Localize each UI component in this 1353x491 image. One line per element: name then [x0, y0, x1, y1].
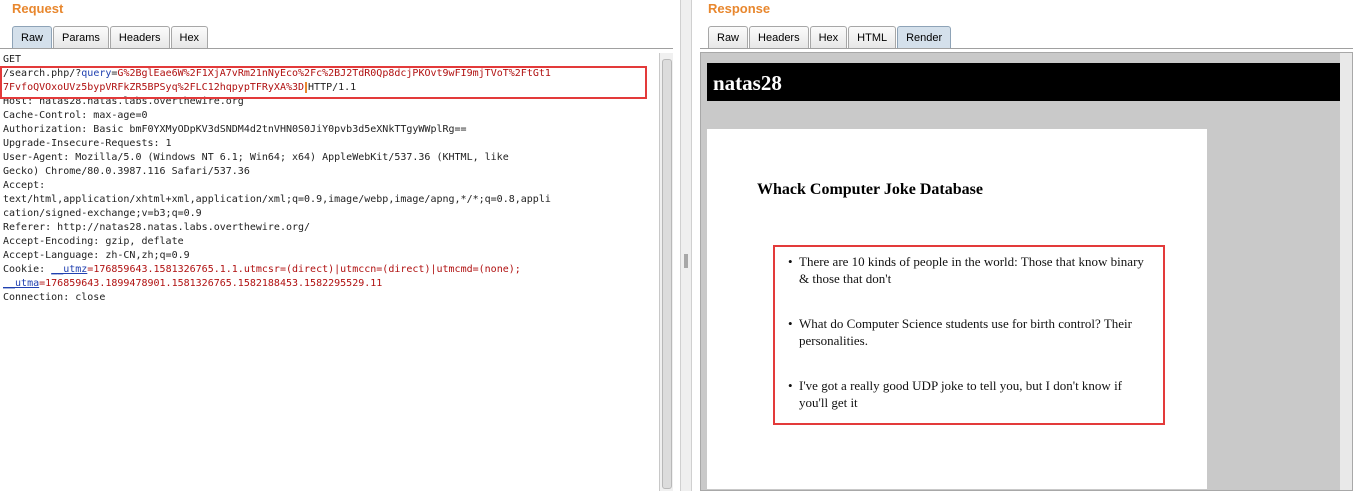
list-item: What do Computer Science students use fo… — [788, 315, 1149, 349]
http-version: HTTP/1.1 — [308, 82, 357, 93]
query-param-value-part2: 7FvfoQVOxoUVz5bypVRFkZR5BPSyq%2FLC12hqpy… — [3, 82, 305, 93]
request-scrollbar[interactable] — [659, 53, 673, 491]
query-param-value-part1: G%2BglEae6W%2F1XjA7vRm21nNyEco%2Fc%2BJ2T… — [117, 68, 551, 79]
request-tabs: Raw Params Headers Hex — [12, 26, 209, 49]
request-line-path: /search.php/?query=G%2BglEae6W%2F1XjA7vR… — [3, 67, 658, 81]
tab-response-hex[interactable]: Hex — [809, 26, 848, 49]
response-pane-title: Response — [708, 1, 771, 16]
header-user-agent-cont: Gecko) Chrome/80.0.3987.116 Safari/537.3… — [3, 166, 250, 177]
request-line-method: GET — [3, 54, 22, 65]
cookie-utmz-key: __utmz — [51, 264, 88, 275]
header-user-agent: User-Agent: Mozilla/5.0 (Windows NT 6.1;… — [3, 152, 509, 163]
list-item: There are 10 kinds of people in the worl… — [788, 253, 1149, 287]
page-heading: Whack Computer Joke Database — [757, 181, 983, 198]
header-cache-control: Cache-Control: max-age=0 — [3, 110, 148, 121]
request-scrollbar-thumb[interactable] — [662, 59, 672, 489]
cookie-label: Cookie: — [3, 264, 52, 275]
header-cookie-cont: __utma=176859643.1899478901.1581326765.1… — [3, 277, 658, 291]
header-accept: Accept: — [3, 180, 46, 191]
joke-list: There are 10 kinds of people in the worl… — [773, 245, 1165, 425]
header-accept-encoding: Accept-Encoding: gzip, deflate — [3, 236, 184, 247]
content-card: Whack Computer Joke Database There are 1… — [707, 129, 1207, 489]
path-prefix: /search.php/? — [3, 68, 82, 79]
rendered-response: natas28 Whack Computer Joke Database The… — [700, 52, 1353, 491]
query-param-key: query — [81, 68, 112, 79]
response-scrollbar[interactable] — [1340, 53, 1352, 490]
cookie-utma-key: __utma — [3, 278, 40, 289]
header-connection: Connection: close — [3, 292, 106, 303]
cookie-utmz-value: =176859643.1581326765.1.1.utmcsr=(direct… — [87, 264, 521, 275]
header-accept-language: Accept-Language: zh-CN,zh;q=0.9 — [3, 250, 190, 261]
pane-splitter[interactable] — [680, 0, 692, 491]
request-editor[interactable]: GET /search.php/?query=G%2BglEae6W%2F1Xj… — [0, 53, 658, 491]
cookie-utma-value: =176859643.1899478901.1581326765.1582188… — [39, 278, 383, 289]
tab-request-headers[interactable]: Headers — [109, 26, 170, 49]
splitter-grip-icon — [684, 254, 688, 268]
response-tab-divider — [700, 48, 1353, 49]
site-title: natas28 — [707, 63, 1341, 101]
header-accept-value-cont: cation/signed-exchange;v=b3;q=0.9 — [3, 208, 202, 219]
tab-response-render[interactable]: Render — [897, 26, 952, 49]
request-pane-title: Request — [12, 1, 64, 16]
response-tabs: Raw Headers Hex HTML Render — [708, 26, 952, 49]
request-line-path-cont: 7FvfoQVOxoUVz5bypVRFkZR5BPSyq%2FLC12hqpy… — [3, 81, 658, 95]
tab-response-html[interactable]: HTML — [848, 26, 897, 49]
header-cookie: Cookie: __utmz=176859643.1581326765.1.1.… — [3, 263, 658, 277]
header-host: Host: natas28.natas.labs.overthewire.org — [3, 96, 244, 107]
header-authorization: Authorization: Basic bmF0YXMyODpKV3dSNDM… — [3, 124, 467, 135]
header-referer: Referer: http://natas28.natas.labs.overt… — [3, 222, 311, 233]
tab-response-headers[interactable]: Headers — [749, 26, 809, 49]
text-cursor — [305, 81, 308, 93]
list-item: I've got a really good UDP joke to tell … — [788, 377, 1149, 411]
header-upgrade-insecure: Upgrade-Insecure-Requests: 1 — [3, 138, 172, 149]
tab-request-hex[interactable]: Hex — [170, 26, 209, 49]
header-accept-value: text/html,application/xhtml+xml,applicat… — [3, 194, 551, 205]
tab-response-raw[interactable]: Raw — [708, 26, 749, 49]
request-tab-divider — [0, 48, 673, 49]
tab-request-params[interactable]: Params — [53, 26, 109, 49]
tab-request-raw[interactable]: Raw — [12, 26, 53, 49]
